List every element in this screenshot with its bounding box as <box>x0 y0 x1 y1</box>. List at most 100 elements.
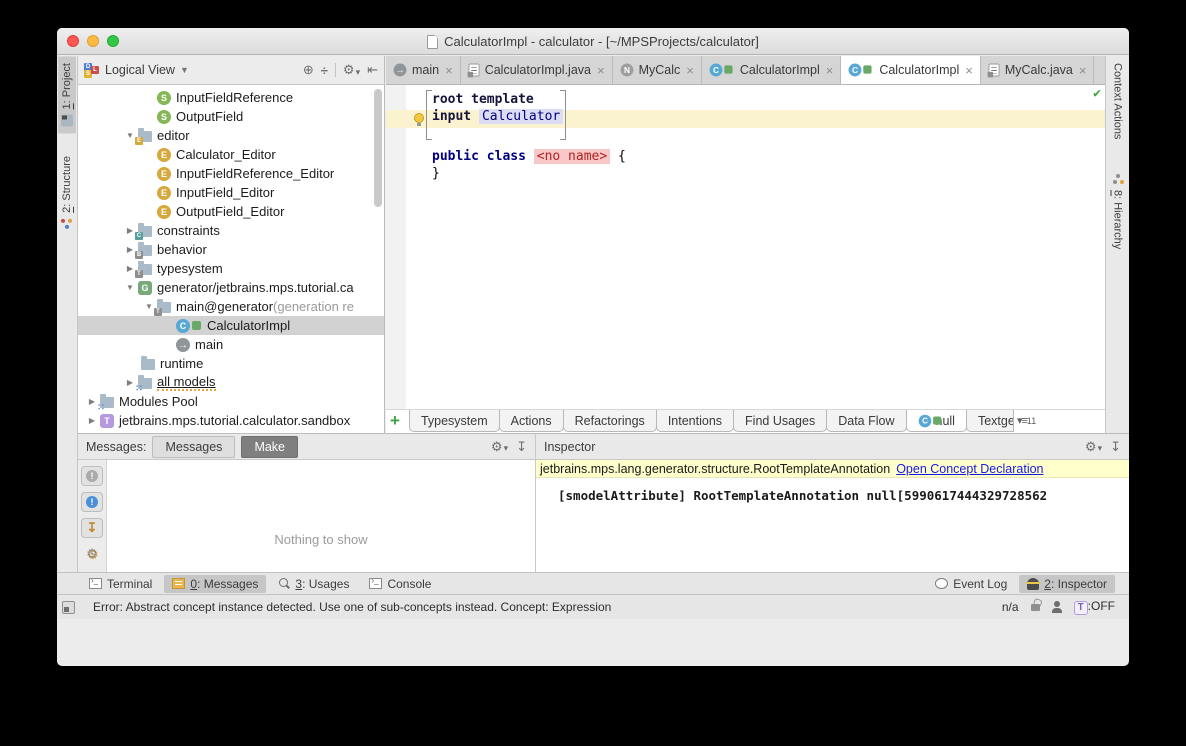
tree-item[interactable]: main <box>78 335 384 354</box>
java-file-icon <box>988 64 999 77</box>
tool-strip-button[interactable]: 8: Hierarchy <box>1109 166 1127 256</box>
close-icon[interactable]: × <box>826 64 834 77</box>
expand-arrow-icon[interactable] <box>122 283 138 292</box>
aspect-tab[interactable]: Find Usages <box>733 410 827 432</box>
tree-item[interactable]: CalculatorImpl <box>78 316 384 335</box>
tree-item[interactable]: Calculator_Editor <box>78 145 384 164</box>
folder-b-icon <box>138 245 152 256</box>
tree-item[interactable]: runtime <box>78 354 384 373</box>
messages-tab[interactable]: Make <box>241 436 298 458</box>
tool-strip-button[interactable]: Context Actions <box>1109 56 1127 146</box>
tree-item-label: jetbrains.mps.tutorial.calculator.sandbo… <box>119 413 350 428</box>
lightbulb-intention-icon[interactable] <box>414 113 424 123</box>
close-icon[interactable]: × <box>597 64 605 77</box>
editor-panel: main × CalculatorImpl.java × MyCalc <box>386 56 1105 433</box>
editor-tab[interactable]: MyCalc × <box>613 56 702 84</box>
aspect-tab[interactable]: Refactorings <box>563 410 657 432</box>
editor-tab[interactable]: CalculatorImpl × <box>841 56 980 84</box>
collapse-all-icon[interactable] <box>321 63 328 78</box>
chevron-down-icon <box>356 63 361 78</box>
toolwindow-button[interactable]: 3: Usages <box>270 575 357 593</box>
screenshot-canvas: CalculatorImpl - calculator - [~/MPSProj… <box>0 0 1186 746</box>
tree-item-label: Modules Pool <box>119 394 198 409</box>
error-cell[interactable]: <no name> <box>534 149 610 164</box>
aspect-tab[interactable]: Textgen <box>966 410 1014 432</box>
tree-item[interactable]: InputFieldReference <box>78 88 384 107</box>
hide-panel-icon[interactable] <box>516 439 527 455</box>
gear-icon <box>491 439 503 455</box>
tree-item[interactable]: OutputField <box>78 107 384 126</box>
toolbar-button[interactable] <box>81 544 103 564</box>
editor-tab[interactable]: CalculatorImpl.java × <box>461 56 613 84</box>
unlock-icon[interactable] <box>1031 604 1040 611</box>
editor-tab-label: CalculatorImpl <box>740 63 820 77</box>
messages-tab[interactable]: Messages <box>152 436 235 458</box>
tree-item[interactable]: generator/jetbrains.mps.tutorial.ca <box>78 278 384 297</box>
tree-item[interactable]: constraints <box>78 221 384 240</box>
aspect-tab[interactable]: Intentions <box>656 410 734 432</box>
toolwindow-toggle-icon[interactable] <box>62 601 75 614</box>
tree-item[interactable]: main@generator (generation re <box>78 297 384 316</box>
toolwindow-button[interactable]: Terminal <box>81 575 160 593</box>
tree-item[interactable]: InputField_Editor <box>78 183 384 202</box>
close-icon[interactable]: × <box>1079 64 1087 77</box>
tree-item[interactable]: InputFieldReference_Editor <box>78 164 384 183</box>
chevron-down-icon[interactable]: ▼ <box>180 65 189 75</box>
s-concept-icon <box>157 91 171 105</box>
toolwindow-button[interactable]: Event Log <box>927 575 1015 593</box>
close-icon[interactable]: × <box>686 64 694 77</box>
toolbar-button[interactable] <box>81 466 103 486</box>
expand-arrow-icon[interactable] <box>84 416 100 425</box>
editor-tab[interactable]: CalculatorImpl × <box>702 56 841 84</box>
tool-strip-button[interactable]: 1: Project <box>58 56 76 133</box>
tree-item[interactable]: all models <box>78 373 384 392</box>
main-arrow-icon <box>394 64 407 77</box>
tool-strip-button[interactable]: 2: Structure <box>58 149 76 237</box>
tree-item[interactable]: Modules Pool <box>78 392 384 411</box>
tree-item-label: constraints <box>157 223 220 238</box>
toolbar-button[interactable] <box>81 492 103 512</box>
settings-button[interactable] <box>343 62 360 78</box>
tree-scrollbar[interactable] <box>374 89 382 207</box>
settings-button[interactable] <box>491 439 508 455</box>
toolwindow-button[interactable]: 0: Messages <box>164 575 266 593</box>
aspect-tab-label: Actions <box>511 414 552 428</box>
editor-content[interactable]: root template input Calculator public cl… <box>386 85 1105 409</box>
close-icon[interactable]: × <box>445 64 453 77</box>
tree-item[interactable]: behavior <box>78 240 384 259</box>
hector-inspections-icon[interactable] <box>1052 601 1062 613</box>
tab-overflow-button[interactable]: 11 <box>1017 410 1036 427</box>
tree-item[interactable]: typesystem <box>78 259 384 278</box>
annotation-value[interactable]: Calculator <box>479 109 563 124</box>
hide-panel-icon[interactable] <box>367 62 378 78</box>
tree-item-label: main <box>195 337 223 352</box>
chevron-down-icon <box>1098 439 1103 454</box>
tree-item[interactable]: OutputField_Editor <box>78 202 384 221</box>
tree-item[interactable]: jetbrains.mps.tutorial.calculator.sandbo… <box>78 411 384 430</box>
tree-item-label: main@generator <box>176 299 273 314</box>
toolwindow-button[interactable]: Console <box>361 575 439 593</box>
tree-item[interactable]: editor <box>78 126 384 145</box>
typing-assist-toggle[interactable]: T:OFF <box>1074 599 1115 615</box>
right-tool-strip: Context Actions 8: Hierarchy <box>1105 56 1129 433</box>
view-selector[interactable]: Logical View <box>105 63 175 77</box>
toolwindow-button[interactable]: 2: Inspector <box>1019 575 1115 593</box>
editor-tab[interactable]: MyCalc.java × <box>981 56 1095 84</box>
toolbar-button[interactable] <box>81 518 103 538</box>
document-icon <box>427 35 438 49</box>
aspect-tab-label: Textgen <box>978 414 1014 428</box>
hide-panel-icon[interactable] <box>1110 439 1121 455</box>
settings-button[interactable] <box>1085 439 1102 455</box>
aspect-tab[interactable]: null <box>906 410 967 432</box>
close-icon[interactable]: × <box>965 64 973 77</box>
open-concept-declaration-link[interactable]: Open Concept Declaration <box>896 462 1043 476</box>
locate-icon[interactable] <box>303 62 314 78</box>
editor-tab[interactable]: main × <box>386 56 461 84</box>
aspect-tab[interactable]: Actions <box>499 410 564 432</box>
aspect-tab[interactable]: Data Flow <box>826 410 906 432</box>
hierarchy-icon <box>1112 173 1124 185</box>
aspect-tab[interactable]: Typesystem <box>409 410 500 432</box>
add-aspect-icon[interactable] <box>390 410 400 432</box>
folder-c-icon <box>138 226 152 237</box>
position-indicator: n/a <box>1002 600 1019 614</box>
